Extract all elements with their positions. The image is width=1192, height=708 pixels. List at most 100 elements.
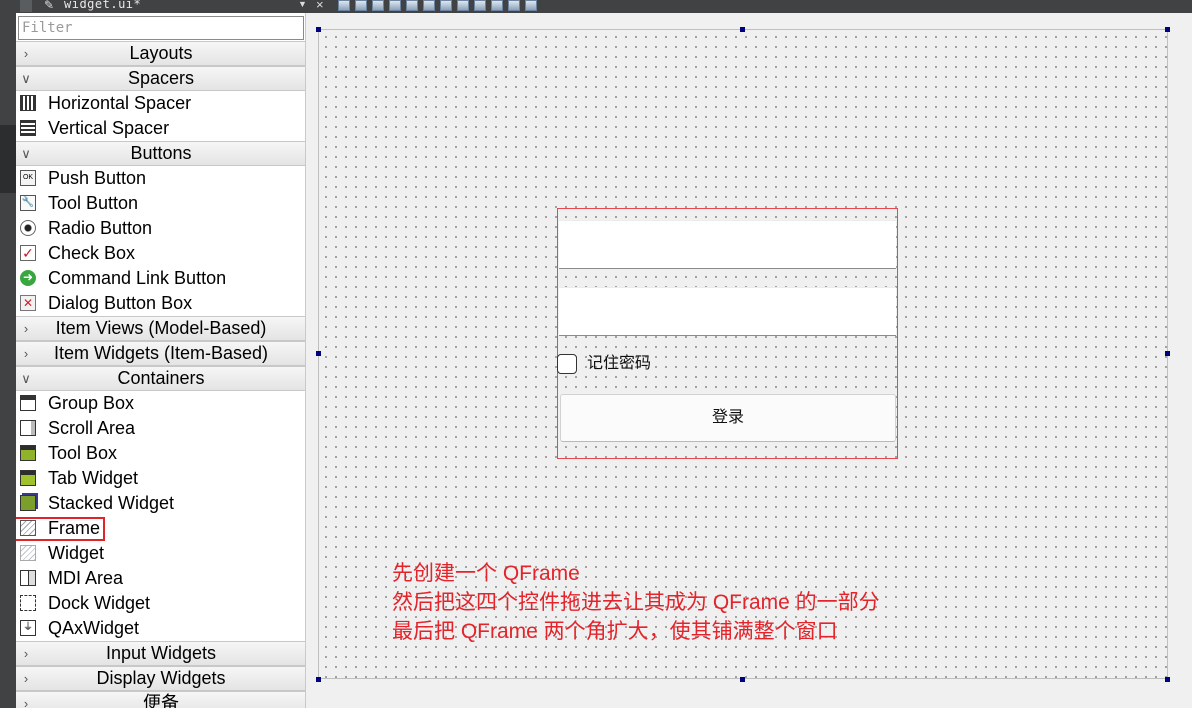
widget-item-horizontal-spacer[interactable]: Horizontal Spacer — [16, 91, 305, 116]
resize-handle-top-right[interactable] — [1165, 27, 1170, 32]
file-title[interactable]: widget.ui* — [64, 0, 141, 11]
resize-handle-bottom[interactable] — [740, 677, 745, 682]
command-link-icon: ➜ — [20, 270, 36, 286]
widget-item-label: Command Link Button — [48, 268, 227, 288]
category-category[interactable]: › 便备 — [16, 691, 305, 708]
layout-horizontal-icon[interactable] — [406, 0, 418, 11]
widget-icon — [20, 545, 36, 561]
resize-handle-left[interactable] — [316, 351, 321, 356]
chevron-right-icon[interactable]: › — [19, 692, 33, 708]
widget-item-label: Tab Widget — [48, 468, 139, 488]
widget-item-group-box[interactable]: Group Box — [16, 391, 305, 416]
login-button[interactable]: 登录 — [560, 394, 896, 442]
category-label: Item Views (Model-Based) — [55, 318, 267, 338]
category-containers[interactable]: ∨ Containers — [16, 366, 305, 391]
layout-v-splitter-icon[interactable] — [457, 0, 469, 11]
stacked-widget-icon — [20, 495, 36, 511]
resize-handle-bottom-right[interactable] — [1165, 677, 1170, 682]
widget-item-frame[interactable]: Frame — [16, 516, 305, 541]
filter-input[interactable]: Filter — [18, 16, 304, 40]
edit-tab-order-icon[interactable] — [389, 0, 401, 11]
chevron-right-icon[interactable]: › — [19, 342, 33, 365]
layout-h-splitter-icon[interactable] — [440, 0, 452, 11]
password-input[interactable] — [559, 287, 896, 336]
widget-item-label: Horizontal Spacer — [48, 93, 192, 113]
category-spacers[interactable]: ∨ Spacers — [16, 66, 305, 91]
adjust-size-icon[interactable] — [525, 0, 537, 11]
chevron-down-icon[interactable]: ∨ — [19, 367, 33, 390]
widget-item-tool-box[interactable]: Tool Box — [16, 441, 305, 466]
widget-item-scroll-area[interactable]: Scroll Area — [16, 416, 305, 441]
check-box-icon: ✓ — [20, 245, 36, 261]
annotation-line: 最后把 QFrame 两个角扩大，使其铺满整个窗口 — [392, 620, 838, 643]
qaxwidget-icon: ⏚ — [20, 620, 36, 636]
widget-item-label: Radio Button — [48, 218, 153, 238]
widget-item-label: Dock Widget — [48, 593, 151, 613]
category-label: Layouts — [129, 43, 193, 63]
category-label: Containers — [117, 368, 205, 388]
tool-box-icon — [20, 445, 36, 461]
category-display-widgets[interactable]: › Display Widgets — [16, 666, 305, 691]
annotation-line: 先创建一个 QFrame — [392, 562, 580, 585]
edit-widgets-icon[interactable] — [338, 0, 350, 11]
category-label: Display Widgets — [96, 668, 226, 688]
resize-handle-top[interactable] — [740, 27, 745, 32]
chevron-right-icon[interactable]: › — [19, 667, 33, 690]
widget-item-mdi-area[interactable]: MDI Area — [16, 566, 305, 591]
widget-item-qaxwidget[interactable]: ⏚ QAxWidget — [16, 616, 305, 641]
widget-item-tool-button[interactable]: 🔧 Tool Button — [16, 191, 305, 216]
edit-signals-icon[interactable] — [355, 0, 367, 11]
widget-item-vertical-spacer[interactable]: Vertical Spacer — [16, 116, 305, 141]
widget-item-push-button[interactable]: OK Push Button — [16, 166, 305, 191]
panel-icon[interactable] — [20, 0, 32, 12]
widget-item-check-box[interactable]: ✓ Check Box — [16, 241, 305, 266]
tool-button-icon: 🔧 — [20, 195, 36, 211]
layout-form-icon[interactable] — [474, 0, 486, 11]
widget-item-label: Vertical Spacer — [48, 118, 170, 138]
category-item-widgets-item-based[interactable]: › Item Widgets (Item-Based) — [16, 341, 305, 366]
chevron-right-icon[interactable]: › — [19, 642, 33, 665]
radio-button-icon — [20, 220, 36, 236]
dropdown-arrow-icon[interactable]: ▼ — [298, 0, 307, 9]
pencil-file-icon: ✎ — [44, 0, 55, 12]
break-layout-icon[interactable] — [508, 0, 520, 11]
category-layouts[interactable]: › Layouts — [16, 41, 305, 66]
category-buttons[interactable]: ∨ Buttons — [16, 141, 305, 166]
category-label: Spacers — [127, 68, 195, 88]
category-label: Buttons — [130, 143, 192, 163]
checkbox-box[interactable] — [557, 354, 577, 374]
widget-item-radio-button[interactable]: Radio Button — [16, 216, 305, 241]
username-input[interactable] — [559, 220, 896, 269]
push-button-icon: OK — [20, 170, 36, 186]
resize-handle-bottom-left[interactable] — [316, 677, 321, 682]
category-item-views-model-based[interactable]: › Item Views (Model-Based) — [16, 316, 305, 341]
widget-item-label: Tool Button — [48, 193, 139, 213]
horizontal-spacer-icon — [20, 95, 36, 111]
dock-widget-icon — [20, 595, 36, 611]
layout-grid-icon[interactable] — [491, 0, 503, 11]
widget-item-dock-widget[interactable]: Dock Widget — [16, 591, 305, 616]
mdi-area-icon — [20, 570, 36, 586]
annotation-text: 先创建一个 QFrame 然后把这四个控件拖进去让其成为 QFrame 的一部分… — [392, 559, 880, 646]
dialog-button-box-icon: ✕ — [20, 295, 36, 311]
widget-item-widget[interactable]: Widget — [16, 541, 305, 566]
chevron-right-icon[interactable]: › — [19, 317, 33, 340]
layout-vertical-icon[interactable] — [423, 0, 435, 11]
chevron-down-icon[interactable]: ∨ — [19, 67, 33, 90]
close-icon[interactable]: × — [316, 0, 324, 12]
editor-tab-bar: ✎ widget.ui* ▼ × — [0, 0, 1192, 13]
scroll-area-icon — [20, 420, 36, 436]
widget-item-label: Widget — [48, 543, 105, 563]
chevron-down-icon[interactable]: ∨ — [19, 142, 33, 165]
chevron-right-icon[interactable]: › — [19, 42, 33, 65]
widget-item-stacked-widget[interactable]: Stacked Widget — [16, 491, 305, 516]
widget-item-dialog-button-box[interactable]: ✕ Dialog Button Box — [16, 291, 305, 316]
tab-widget-icon — [20, 470, 36, 486]
resize-handle-right[interactable] — [1165, 351, 1170, 356]
widget-item-tab-widget[interactable]: Tab Widget — [16, 466, 305, 491]
widget-item-command-link-button[interactable]: ➜ Command Link Button — [16, 266, 305, 291]
resize-handle-top-left[interactable] — [316, 27, 321, 32]
edit-buddies-icon[interactable] — [372, 0, 384, 11]
annotation-line: 然后把这四个控件拖进去让其成为 QFrame 的一部分 — [392, 591, 880, 614]
category-input-widgets[interactable]: › Input Widgets — [16, 641, 305, 666]
